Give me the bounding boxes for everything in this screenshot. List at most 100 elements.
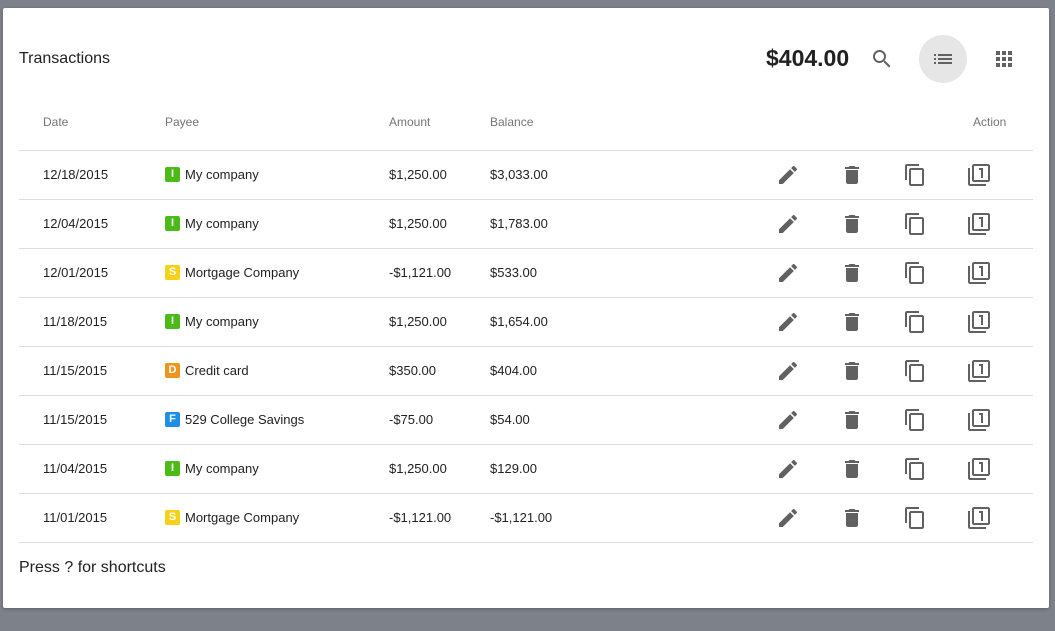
copy-button[interactable] xyxy=(903,261,927,285)
copy-icon xyxy=(905,213,924,235)
filter-1-icon xyxy=(968,507,990,529)
copy-button[interactable] xyxy=(903,359,927,383)
row-payee: I My company xyxy=(165,314,259,329)
duplicate-button[interactable] xyxy=(967,408,991,432)
row-date: 11/15/2015 xyxy=(43,412,108,427)
row-amount: $1,250.00 xyxy=(389,314,447,329)
row-date: 12/18/2015 xyxy=(43,167,109,182)
row-payee: I My company xyxy=(165,216,259,231)
pencil-icon xyxy=(779,214,798,233)
filter-1-icon xyxy=(968,262,990,284)
edit-button[interactable] xyxy=(776,261,800,285)
row-amount: $1,250.00 xyxy=(389,167,447,182)
edit-button[interactable] xyxy=(776,212,800,236)
filter-1-icon xyxy=(968,213,990,235)
grid-view-button[interactable] xyxy=(980,35,1028,83)
copy-button[interactable] xyxy=(903,408,927,432)
row-amount: -$1,121.00 xyxy=(389,265,452,280)
delete-button[interactable] xyxy=(840,212,864,236)
copy-icon xyxy=(905,458,924,480)
row-date: 11/18/2015 xyxy=(43,314,108,329)
edit-button[interactable] xyxy=(776,506,800,530)
row-date: 12/04/2015 xyxy=(43,216,109,231)
copy-icon xyxy=(905,360,924,382)
payee-name: My company xyxy=(185,314,259,329)
table-header: Date Payee Amount Balance Action xyxy=(19,110,1033,151)
table-row[interactable]: 11/04/2015 I My company $1,250.00 $129.0… xyxy=(19,445,1033,494)
column-header-action: Action xyxy=(973,115,1007,129)
row-balance: $533.00 xyxy=(490,265,537,280)
payee-name: Credit card xyxy=(185,363,249,378)
search-icon xyxy=(873,50,891,68)
table-row[interactable]: 12/01/2015 S Mortgage Company -$1,121.00… xyxy=(19,249,1033,298)
column-header-date[interactable]: Date xyxy=(43,115,68,129)
duplicate-button[interactable] xyxy=(967,261,991,285)
row-date: 11/15/2015 xyxy=(43,363,108,378)
table-row[interactable]: 12/18/2015 I My company $1,250.00 $3,033… xyxy=(19,151,1033,200)
column-header-balance[interactable]: Balance xyxy=(490,115,533,129)
pencil-icon xyxy=(779,263,798,282)
filter-1-icon xyxy=(968,360,990,382)
copy-icon xyxy=(905,409,924,431)
delete-button[interactable] xyxy=(840,457,864,481)
trash-icon xyxy=(845,411,859,429)
trash-icon xyxy=(845,264,859,282)
payee-name: 529 College Savings xyxy=(185,412,305,427)
row-balance: $404.00 xyxy=(490,363,537,378)
shortcuts-hint: Press ? for shortcuts xyxy=(19,559,166,576)
copy-button[interactable] xyxy=(903,310,927,334)
edit-button[interactable] xyxy=(776,163,800,187)
duplicate-button[interactable] xyxy=(967,212,991,236)
page-title: Transactions xyxy=(19,50,110,67)
row-payee: S Mortgage Company xyxy=(165,510,299,525)
row-amount: $1,250.00 xyxy=(389,461,447,476)
delete-button[interactable] xyxy=(840,261,864,285)
table-row[interactable]: 12/04/2015 I My company $1,250.00 $1,783… xyxy=(19,200,1033,249)
category-badge: I xyxy=(165,167,180,182)
table-row[interactable]: 11/18/2015 I My company $1,250.00 $1,654… xyxy=(19,298,1033,347)
filter-1-icon xyxy=(968,164,990,186)
edit-button[interactable] xyxy=(776,408,800,432)
transactions-table: Date Payee Amount Balance Action 12/18/2… xyxy=(19,110,1033,543)
copy-button[interactable] xyxy=(903,457,927,481)
duplicate-button[interactable] xyxy=(967,506,991,530)
list-view-button[interactable] xyxy=(919,35,967,83)
table-row[interactable]: 11/15/2015 D Credit card $350.00 $404.00 xyxy=(19,347,1033,396)
row-payee: D Credit card xyxy=(165,363,249,378)
table-row[interactable]: 11/01/2015 S Mortgage Company -$1,121.00… xyxy=(19,494,1033,543)
pencil-icon xyxy=(779,410,798,429)
copy-button[interactable] xyxy=(903,506,927,530)
copy-button[interactable] xyxy=(903,163,927,187)
row-amount: $1,250.00 xyxy=(389,216,447,231)
category-badge: S xyxy=(165,510,180,525)
delete-button[interactable] xyxy=(840,408,864,432)
edit-button[interactable] xyxy=(776,457,800,481)
row-date: 12/01/2015 xyxy=(43,265,109,280)
grid-view-icon xyxy=(996,51,1012,67)
column-header-payee[interactable]: Payee xyxy=(165,115,199,129)
edit-button[interactable] xyxy=(776,310,800,334)
pencil-icon xyxy=(779,361,798,380)
duplicate-button[interactable] xyxy=(967,457,991,481)
column-header-amount[interactable]: Amount xyxy=(389,115,430,129)
delete-button[interactable] xyxy=(840,310,864,334)
delete-button[interactable] xyxy=(840,163,864,187)
delete-button[interactable] xyxy=(840,506,864,530)
duplicate-button[interactable] xyxy=(967,310,991,334)
filter-1-icon xyxy=(968,458,990,480)
search-button[interactable] xyxy=(858,35,906,83)
category-badge: I xyxy=(165,216,180,231)
pencil-icon xyxy=(779,312,798,331)
duplicate-button[interactable] xyxy=(967,359,991,383)
row-amount: -$1,121.00 xyxy=(389,510,452,525)
category-badge: F xyxy=(165,412,180,427)
row-amount: -$75.00 xyxy=(389,412,434,427)
filter-1-icon xyxy=(968,409,990,431)
edit-button[interactable] xyxy=(776,359,800,383)
row-balance: $54.00 xyxy=(490,412,530,427)
copy-button[interactable] xyxy=(903,212,927,236)
table-row[interactable]: 11/15/2015 F 529 College Savings -$75.00… xyxy=(19,396,1033,445)
delete-button[interactable] xyxy=(840,359,864,383)
duplicate-button[interactable] xyxy=(967,163,991,187)
card-header: Transactions $404.00 xyxy=(3,8,1049,110)
